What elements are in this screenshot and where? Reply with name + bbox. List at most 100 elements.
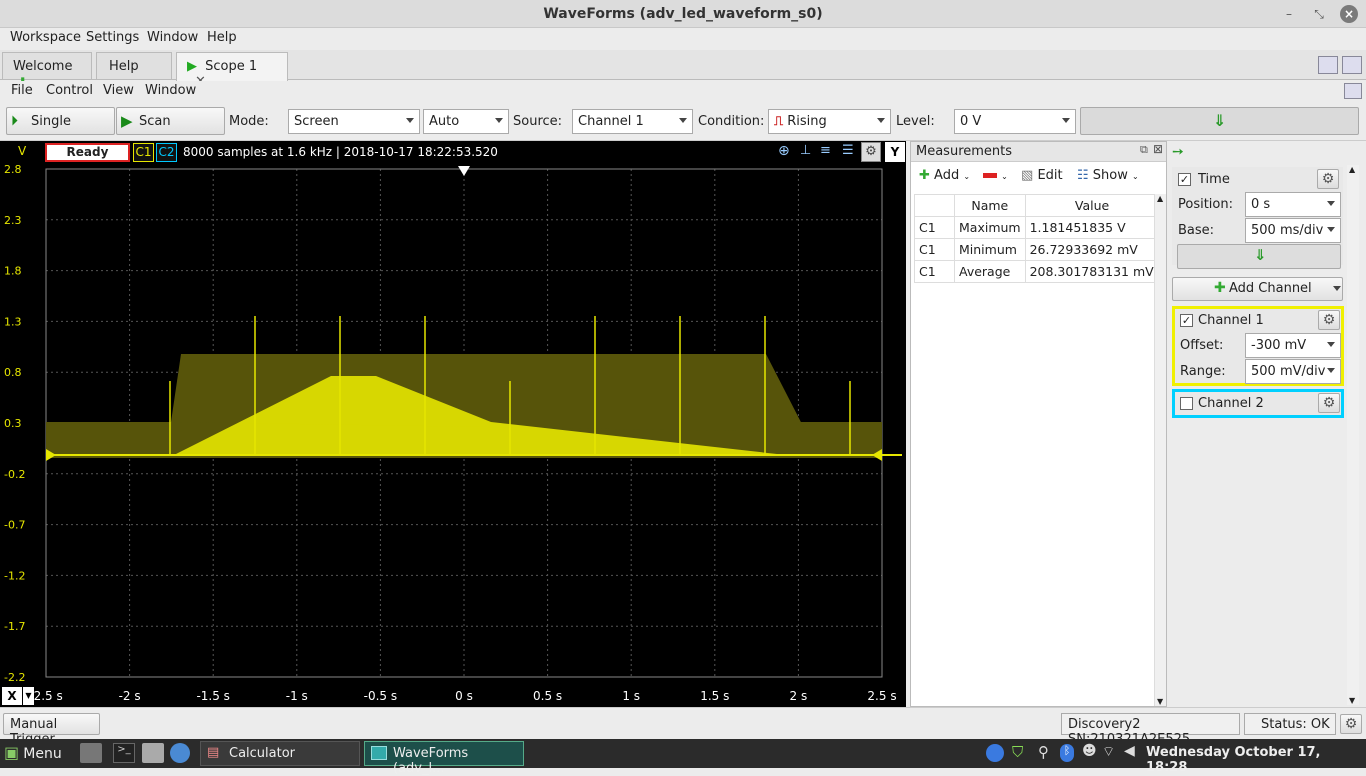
chevron-down-icon [1062,118,1070,123]
tab-help[interactable]: Help [96,52,172,79]
menu-file[interactable]: File [11,83,33,98]
time-gear-icon[interactable]: ⚙ [1317,169,1339,189]
wifi-icon[interactable]: ⌔ [1102,743,1115,761]
tab-welcome[interactable]: Welcome ✚ [2,52,92,93]
maximize-icon[interactable]: ⤡ [1310,5,1328,23]
position-input[interactable]: 0 s [1245,192,1341,217]
browser-icon[interactable] [170,743,190,763]
remove-measurement-button[interactable]: ⌄ [983,168,1008,183]
user-icon[interactable]: ☻ [1082,743,1097,759]
menu-window[interactable]: Window [147,30,198,45]
cell-channel: C1 [914,216,955,239]
chrome-tray-icon[interactable] [986,744,1004,762]
base-input[interactable]: 500 ms/div [1245,218,1341,243]
clock[interactable]: Wednesday October 17, 18:28 [1146,745,1366,775]
list-icon[interactable]: ☰ [842,143,854,158]
float-icon[interactable]: ⧉ [1140,143,1148,157]
x-tick-label: 1 s [622,689,640,703]
taskbar-app-waveforms[interactable]: WaveForms (adv_l... [364,741,524,776]
mode-select[interactable]: Screen [288,109,420,134]
range-input[interactable]: 500 mV/div [1245,359,1341,384]
menu-view[interactable]: View [103,83,134,98]
minimize-icon[interactable]: – [1280,5,1298,23]
offset-input[interactable]: -300 mV [1245,333,1341,358]
close-icon[interactable]: × [1340,5,1358,23]
menu-settings[interactable]: Settings [86,30,139,45]
source-select[interactable]: Channel 1 [572,109,693,134]
chevron-up-icon[interactable]: ▲ [1349,165,1355,174]
shield-icon[interactable]: ⛉ [1012,743,1023,761]
scope-plot[interactable]: 2.8 2.3 1.8 1.3 0.8 0.3 -0.2 -0.7 -1.2 -1.7 -2.2 -… [0,141,906,707]
menu-help[interactable]: Help [207,30,237,45]
files-icon[interactable] [142,743,164,763]
settings-gear-icon[interactable]: ⚙ [861,142,881,162]
taskbar-app-calculator[interactable]: ▤ Calculator [200,741,360,766]
acquisition-info: 8000 samples at 1.6 kHz | 2018-10-17 18:… [183,145,498,159]
level-input[interactable]: 0 V [954,109,1076,134]
settings-scrollbar[interactable]: ▲ ▼ [1347,165,1359,705]
manual-trigger-button[interactable]: Manual Trigger [3,713,100,747]
add-measurement-button[interactable]: ✚ Add ⌄ [919,168,970,183]
show-button[interactable]: ☷ Show ⌄ [1077,168,1139,183]
tab-scope-1[interactable]: ▶ Scope 1 ✕ [176,52,288,89]
waveforms-label: WaveForms (adv_l... [393,746,469,776]
menu-control[interactable]: Control [46,83,93,98]
terminal-icon[interactable]: >_ [113,743,135,763]
show-desktop-icon[interactable] [80,743,102,763]
channel-1-checkbox[interactable]: ✓ [1180,314,1193,327]
x-tick-label: 2 s [790,689,808,703]
add-channel-button[interactable]: ✚ Add Channel [1172,277,1343,301]
y-axis-button[interactable]: Y [885,142,905,162]
single-button[interactable]: ⏵ Single [6,107,115,135]
c2-badge[interactable]: C2 [156,143,177,162]
channel-2-checkbox[interactable] [1180,397,1193,410]
bluetooth-icon[interactable]: ᛒ [1060,744,1074,762]
volume-icon[interactable]: ◀ [1124,743,1135,759]
condition-select[interactable]: ⎍ Rising [768,109,891,134]
chevron-down-icon[interactable]: ▼ [1349,696,1355,705]
close-panel-icon[interactable]: ⊠ [1153,142,1163,156]
layout-split-icon[interactable] [1342,56,1362,74]
chevron-up-icon[interactable]: ▲ [1157,194,1163,203]
time-apply-button[interactable]: ⇓ [1177,244,1341,269]
table-row[interactable]: C1 Average 208.301783131 mV [914,260,1160,283]
layout-icon[interactable] [1318,56,1338,74]
time-checkbox[interactable]: ✓ [1178,173,1191,186]
column-header-name: Name [954,194,1026,217]
chevron-down-icon [1333,286,1341,291]
c1-badge[interactable]: C1 [133,143,154,162]
scan-button[interactable]: ▶ Scan [116,107,225,135]
status-bar: Manual Trigger Discovery2 SN:210321A2E52… [0,707,1366,747]
start-menu-button[interactable]: ▣ Menu [4,743,62,765]
x-axis-dropdown-icon[interactable]: ▼ [23,687,34,705]
x-tick-label: 0.5 s [533,689,562,703]
channel-2-gear-icon[interactable]: ⚙ [1318,393,1340,413]
time-label: Time [1198,172,1230,187]
location-icon[interactable]: ⚲ [1038,743,1049,761]
window-title: WaveForms (adv_led_waveform_s0) [543,6,823,22]
chevron-down-icon[interactable]: ▼ [1157,697,1163,706]
menu-workspace[interactable]: Workspace [10,30,81,45]
collapse-arrow-icon[interactable]: ➙ [1172,144,1184,160]
channel-1-gear-icon[interactable]: ⚙ [1318,310,1340,330]
table-row[interactable]: C1 Maximum 1.181451835 V [914,216,1160,239]
measurements-scrollbar[interactable]: ▲ ▼ [1154,194,1166,706]
measurements-panel: Measurements ⧉ ⊠ ✚ Add ⌄ ⌄ ▧ Edit ☷ Show… [910,141,1167,707]
dock-icon[interactable] [1344,83,1362,99]
zoom-icon[interactable]: ⊕ [778,143,790,159]
measure-icon[interactable]: ≡ [820,143,831,158]
auto-select[interactable]: Auto [423,109,509,134]
cursor-icon[interactable]: ⊥ [800,143,811,158]
device-info[interactable]: Discovery2 SN:210321A2E525 [1061,713,1240,747]
chevron-down-icon [495,118,503,123]
menu-scope-window[interactable]: Window [145,83,196,98]
edit-measurement-button[interactable]: ▧ Edit [1021,168,1063,183]
column-header-value: Value [1024,194,1160,217]
trigger-arm-button[interactable]: ⇓ [1080,107,1359,135]
minus-icon [983,173,997,178]
table-row[interactable]: C1 Minimum 26.72933692 mV [914,238,1160,261]
status-gear-icon[interactable]: ⚙ [1340,714,1362,734]
oscilloscope-view[interactable]: 2.8 2.3 1.8 1.3 0.8 0.3 -0.2 -0.7 -1.2 -1.7 -2.2 -… [0,141,906,707]
tab-help-label: Help [109,59,139,74]
x-axis-button[interactable]: X [2,687,22,705]
